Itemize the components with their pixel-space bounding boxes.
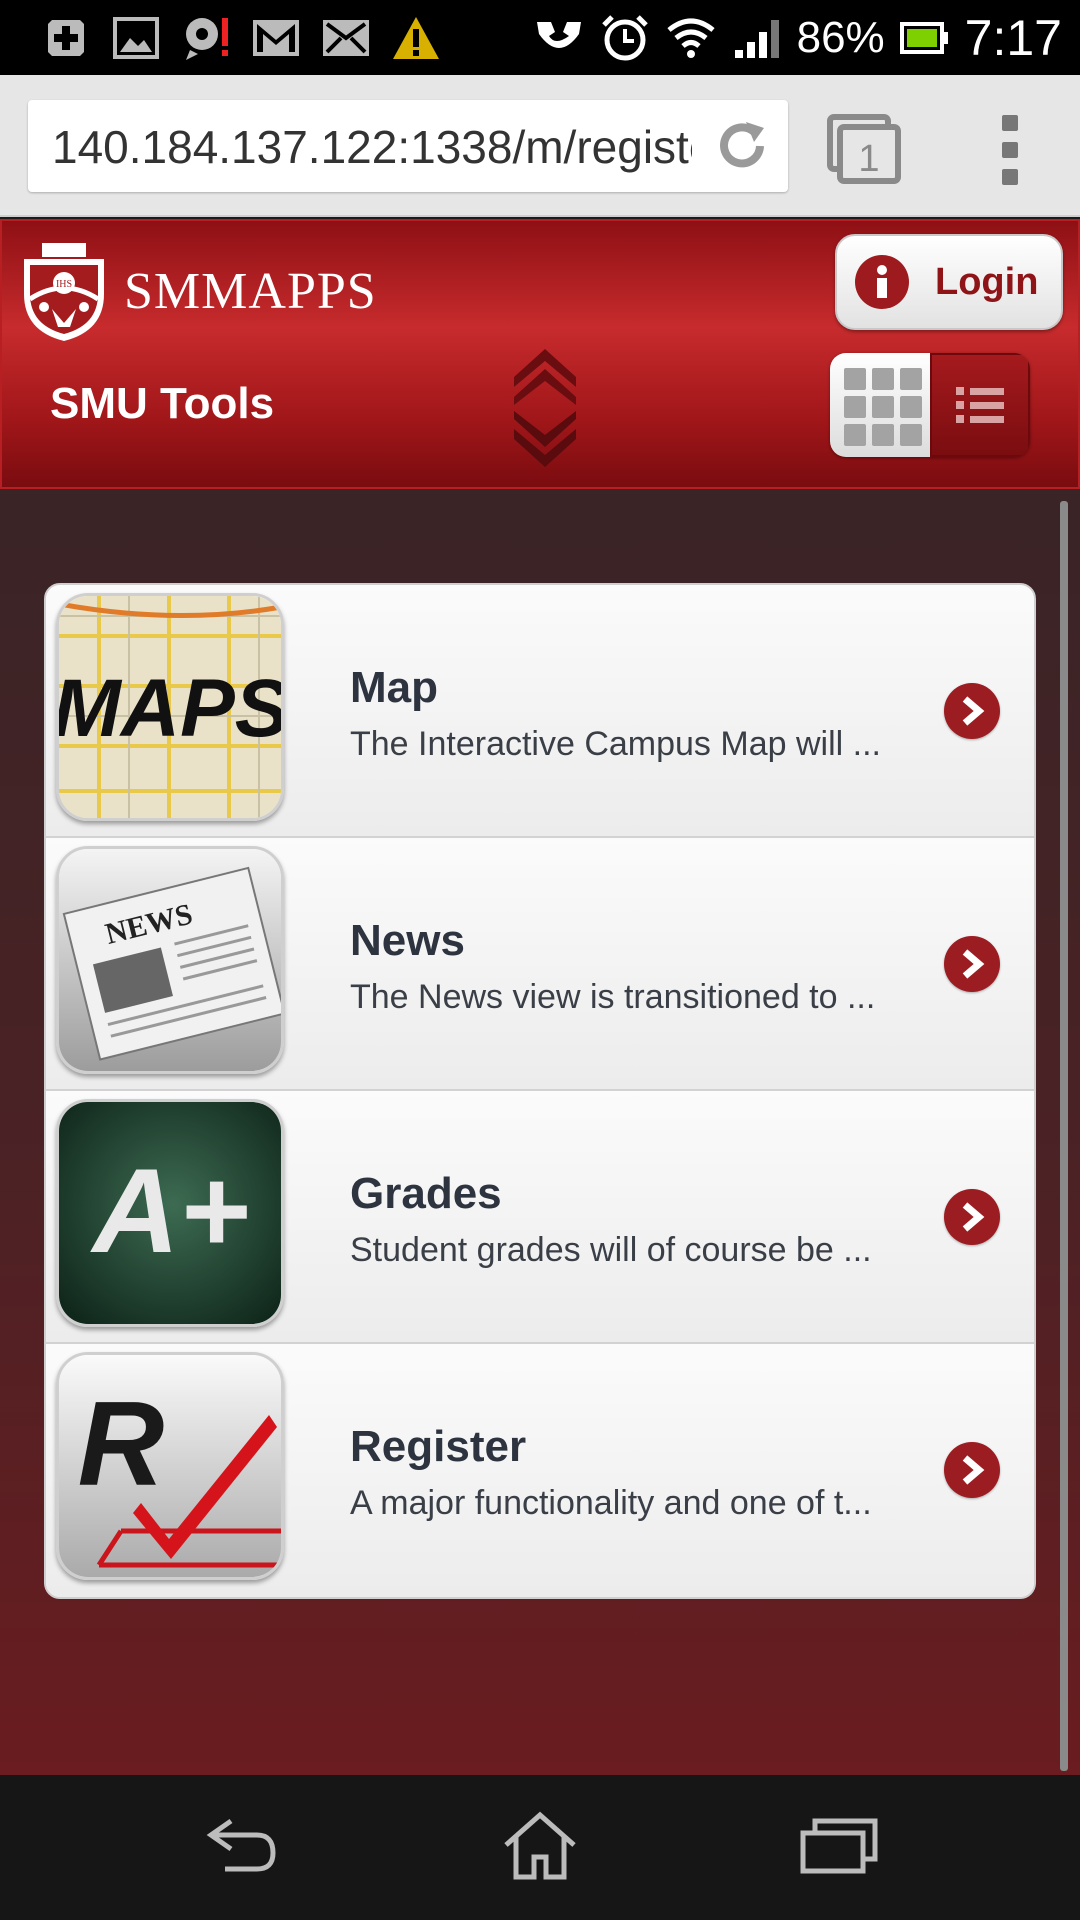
list-item-news[interactable]: NEWS News The News view is transitioned …	[46, 838, 1034, 1091]
battery-icon	[899, 12, 951, 64]
reload-button[interactable]	[710, 114, 774, 178]
reload-icon	[720, 122, 764, 168]
app-header: IHS SMMAPPS Login SMU Tools	[0, 219, 1080, 489]
item-title: Grades	[350, 1169, 502, 1218]
brand-name: SMMAPPS	[124, 263, 377, 320]
scrollbar[interactable]	[1060, 501, 1068, 1771]
image-icon	[110, 12, 162, 64]
warning-icon	[390, 12, 442, 64]
register-thumbnail: R	[56, 1352, 284, 1580]
item-title: News	[350, 916, 465, 965]
battery-percent: 86%	[796, 13, 885, 62]
item-description: Student grades will of course be ...	[350, 1231, 872, 1269]
list-item-register[interactable]: R Register A major functionality and one…	[46, 1344, 1034, 1597]
item-title: Register	[350, 1422, 527, 1471]
item-description: The Interactive Campus Map will ...	[350, 725, 881, 763]
login-button[interactable]: Login	[835, 234, 1063, 330]
wifi-icon	[665, 12, 717, 64]
page-title: SMU Tools	[50, 379, 275, 428]
grid-view-button[interactable]	[830, 353, 930, 457]
item-title: Map	[350, 663, 438, 712]
url-text[interactable]: 140.184.137.122:1338/m/register	[52, 120, 692, 174]
chevron-right-icon[interactable]	[944, 1189, 1000, 1245]
signal-icon	[731, 12, 783, 64]
recent-apps-icon	[800, 1818, 878, 1874]
chevron-right-icon[interactable]	[944, 936, 1000, 992]
menu-dot	[1002, 142, 1018, 158]
tabs-icon: 1	[827, 114, 901, 184]
expand-collapse-icon	[514, 349, 576, 467]
brand-logo[interactable]: IHS SMMAPPS	[14, 239, 377, 344]
back-button[interactable]	[196, 1805, 286, 1885]
mail-icon	[320, 12, 372, 64]
view-toggle	[830, 353, 1030, 457]
tabs-button[interactable]: 1	[826, 113, 902, 185]
crest-icon: IHS	[24, 243, 104, 341]
grades-thumb-text: A+	[90, 1144, 250, 1278]
info-icon	[855, 255, 909, 309]
recent-apps-button[interactable]	[794, 1805, 884, 1885]
tools-list: MAPS Map The Interactive Campus Map will…	[44, 583, 1036, 1599]
back-icon	[206, 1818, 276, 1872]
svg-text:1: 1	[858, 138, 879, 180]
item-description: The News view is transitioned to ...	[350, 978, 876, 1016]
collapse-toggle[interactable]	[508, 343, 582, 473]
clock: 7:17	[964, 10, 1062, 66]
alarm-icon	[599, 12, 651, 64]
home-icon	[504, 1811, 576, 1880]
news-thumbnail: NEWS	[56, 846, 284, 1074]
grades-thumbnail: A+	[56, 1099, 284, 1327]
location-alert-icon	[180, 12, 232, 64]
svg-text:IHS: IHS	[56, 279, 72, 290]
list-view-button[interactable]	[930, 353, 1030, 457]
system-nav-bar	[0, 1775, 1080, 1920]
content-area: MAPS Map The Interactive Campus Map will…	[0, 489, 1080, 1775]
add-box-icon	[40, 12, 92, 64]
list-item-map[interactable]: MAPS Map The Interactive Campus Map will…	[46, 585, 1034, 838]
chevron-right-icon[interactable]	[944, 683, 1000, 739]
list-item-grades[interactable]: A+ Grades Student grades will of course …	[46, 1091, 1034, 1344]
status-bar: 86% 7:17	[0, 0, 1080, 75]
menu-dot	[1002, 115, 1018, 131]
gmail-icon	[250, 12, 302, 64]
item-description: A major functionality and one of t...	[350, 1484, 872, 1522]
overflow-menu-button[interactable]	[980, 115, 1040, 185]
url-field[interactable]: 140.184.137.122:1338/m/register	[28, 100, 788, 192]
map-thumbnail: MAPS	[56, 593, 284, 821]
home-button[interactable]	[495, 1805, 585, 1885]
map-thumb-text: MAPS	[59, 663, 284, 754]
register-thumb-text: R	[78, 1377, 165, 1511]
browser-toolbar: 140.184.137.122:1338/m/register 1	[0, 75, 1080, 217]
menu-dot	[1002, 169, 1018, 185]
phone-icon	[533, 12, 585, 64]
login-label: Login	[935, 260, 1039, 303]
chevron-right-icon[interactable]	[944, 1442, 1000, 1498]
